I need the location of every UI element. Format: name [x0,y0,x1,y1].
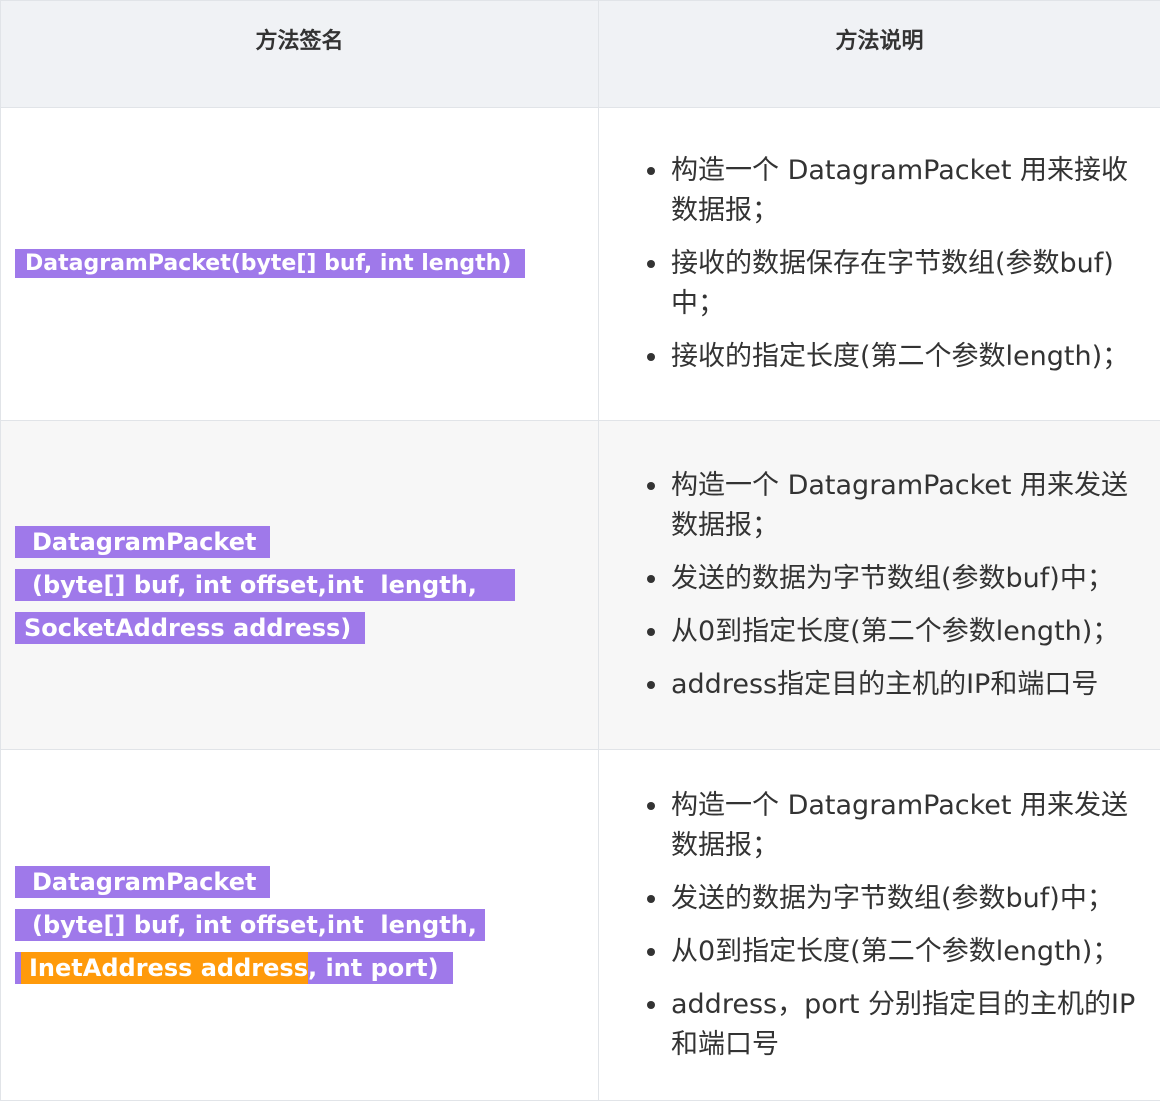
signature-highlight-start: InetAddress address [15,951,308,984]
description-list: 构造一个 DatagramPacket 用来发送数据报； 发送的数据为字节数组(… [645,786,1146,1065]
signature-highlight: DatagramPacket [15,865,271,898]
header-method-description: 方法说明 [598,0,1160,108]
description-cell: 构造一个 DatagramPacket 用来接收数据报； 接收的数据保存在字节数… [598,107,1160,421]
table-row: DatagramPacket (byte[] buf, int offset,i… [0,420,1160,750]
method-table: 方法签名 方法说明 DatagramPacket(byte[] buf, int… [0,0,1160,1101]
list-item: 构造一个 DatagramPacket 用来发送数据报； [647,786,1146,866]
list-item: 构造一个 DatagramPacket 用来接收数据报； [647,151,1146,231]
description-list: 构造一个 DatagramPacket 用来发送数据报； 发送的数据为字节数组(… [645,466,1146,705]
header-method-signature: 方法签名 [0,0,599,108]
signature-highlight: DatagramPacket [15,525,271,558]
signature-line: (byte[] buf, int offset,int length, [15,564,588,607]
signature-line: DatagramPacket [15,521,588,564]
list-item: 接收的数据保存在字节数组(参数buf)中； [647,244,1146,324]
list-item: address，port 分别指定目的主机的IP和端口号 [647,985,1146,1065]
list-item: address指定目的主机的IP和端口号 [647,665,1146,705]
signature-highlight: DatagramPacket(byte[] buf, int length) [15,249,526,278]
signature-cell: DatagramPacket (byte[] buf, int offset,i… [0,420,599,750]
table-header-row: 方法签名 方法说明 [0,0,1160,108]
table-row: DatagramPacket (byte[] buf, int offset,i… [0,749,1160,1101]
signature-line: DatagramPacket(byte[] buf, int length) [15,249,588,279]
signature-highlight: SocketAddress address) [15,611,366,644]
list-item: 构造一个 DatagramPacket 用来发送数据报； [647,466,1146,546]
signature-cell: DatagramPacket(byte[] buf, int length) [0,107,599,421]
list-item: 发送的数据为字节数组(参数buf)中； [647,559,1146,599]
table-row: DatagramPacket(byte[] buf, int length) 构… [0,107,1160,421]
signature-highlight: (byte[] buf, int offset,int length, [15,908,485,941]
signature-highlight-orange: InetAddress address [21,951,308,984]
signature-line: SocketAddress address) [15,607,588,650]
description-cell: 构造一个 DatagramPacket 用来发送数据报； 发送的数据为字节数组(… [598,749,1160,1101]
list-item: 发送的数据为字节数组(参数buf)中； [647,879,1146,919]
list-item: 从0到指定长度(第二个参数length)； [647,932,1146,972]
signature-line: DatagramPacket [15,861,588,904]
list-item: 从0到指定长度(第二个参数length)； [647,612,1146,652]
signature-line: InetAddress address, int port) [15,947,588,990]
description-cell: 构造一个 DatagramPacket 用来发送数据报； 发送的数据为字节数组(… [598,420,1160,750]
signature-highlight: (byte[] buf, int offset,int length, [15,568,515,601]
list-item: 接收的指定长度(第二个参数length)； [647,337,1146,377]
signature-cell: DatagramPacket (byte[] buf, int offset,i… [0,749,599,1101]
description-list: 构造一个 DatagramPacket 用来接收数据报； 接收的数据保存在字节数… [645,151,1146,377]
signature-highlight-end: , int port) [307,951,453,984]
signature-line: (byte[] buf, int offset,int length, [15,904,588,947]
